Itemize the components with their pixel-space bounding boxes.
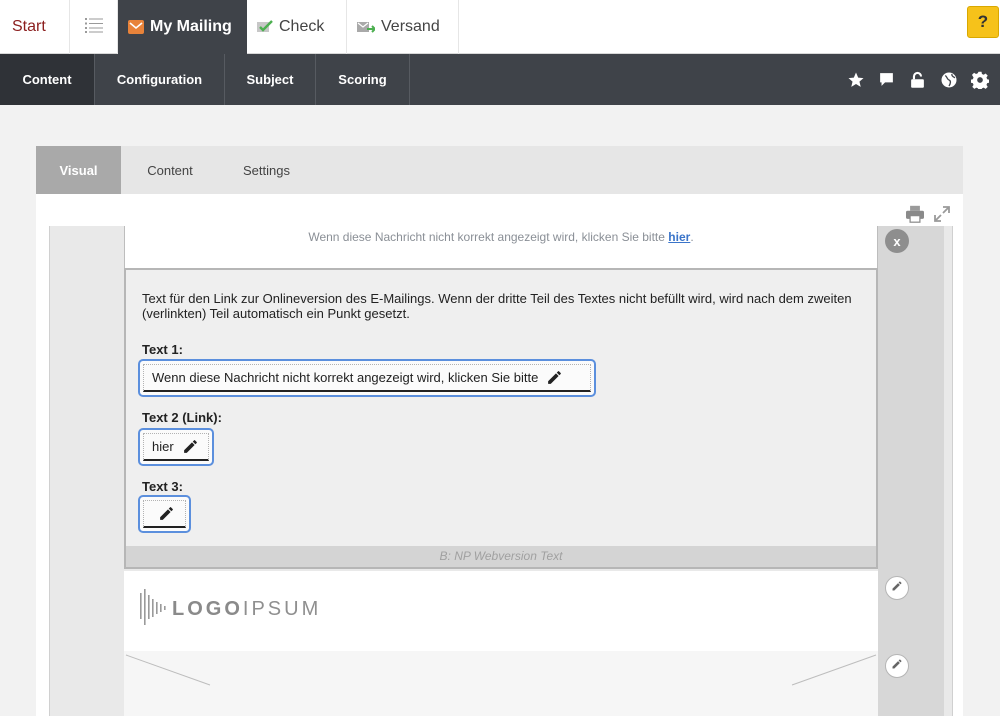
pencil-icon[interactable] [182, 438, 199, 455]
block-name-footer: B: NP Webversion Text [126, 546, 876, 567]
star-icon[interactable] [845, 69, 866, 90]
tab-start-label: Start [12, 18, 46, 35]
subnav-toolbar [845, 54, 990, 105]
tab-start[interactable]: Start [0, 0, 70, 54]
tab-settings[interactable]: Settings [219, 146, 314, 194]
text1-value: Wenn diese Nachricht nicht korrekt angez… [152, 370, 539, 385]
close-icon: x [893, 233, 901, 249]
logo-text-bold: LOGO [172, 598, 243, 620]
edit-block-button[interactable] [885, 654, 909, 678]
logo: LOGOIPSUM [140, 589, 321, 630]
webversion-preview: Wenn diese Nachricht nicht korrekt angez… [124, 226, 878, 269]
logo-text-light: IPSUM [242, 598, 322, 620]
logo-text: LOGOIPSUM [172, 598, 321, 621]
globe-icon[interactable] [938, 69, 959, 90]
decorative-lines [125, 654, 877, 686]
check-icon [257, 20, 273, 34]
comment-icon[interactable] [876, 69, 897, 90]
tab-visual-label: Visual [59, 162, 98, 178]
text1-field[interactable]: Wenn diese Nachricht nicht korrekt angez… [138, 359, 596, 397]
gear-icon[interactable] [969, 69, 990, 90]
text1-inner: Wenn diese Nachricht nicht korrekt angez… [143, 364, 591, 392]
close-editor-button[interactable]: x [885, 229, 909, 253]
tab-check-label: Check [279, 18, 325, 35]
block-editor: Text für den Link zur Onlineversion des … [124, 268, 878, 569]
send-icon [357, 20, 375, 34]
expand-icon[interactable] [934, 206, 950, 227]
text2-value: hier [152, 439, 174, 454]
subtab-scoring-label: Scoring [338, 72, 387, 87]
subtab-content[interactable]: Content [0, 54, 95, 105]
tab-content-label: Content [147, 162, 193, 178]
pencil-icon[interactable] [158, 505, 175, 522]
tab-check[interactable]: Check [247, 0, 347, 54]
tab-settings-label: Settings [243, 162, 290, 178]
subtab-configuration[interactable]: Configuration [95, 54, 225, 105]
unlock-icon[interactable] [907, 69, 928, 90]
tab-versand-label: Versand [381, 18, 440, 35]
content-block-preview [124, 651, 878, 716]
print-icon[interactable] [905, 205, 925, 228]
tab-visual[interactable]: Visual [36, 146, 121, 194]
subtab-subject-label: Subject [246, 72, 294, 87]
tab-versand[interactable]: Versand [347, 0, 459, 54]
edit-block-button[interactable] [885, 576, 909, 600]
text3-field[interactable] [138, 495, 191, 533]
sub-navigation: Content Configuration Subject Scoring [0, 54, 1000, 105]
pencil-icon [891, 579, 903, 597]
tab-list-view[interactable] [70, 0, 118, 54]
list-icon [84, 17, 103, 38]
text2-label: Text 2 (Link): [142, 410, 222, 425]
subtab-content-label: Content [22, 72, 72, 87]
block-controls-gutter [878, 226, 944, 716]
editor-view-tabs: Visual Content Settings [36, 146, 963, 194]
logo-block: LOGOIPSUM [124, 571, 878, 651]
tab-my-mailing[interactable]: My Mailing [118, 0, 247, 54]
top-bar: Start My Mailing Check Versand ? [0, 0, 1000, 54]
help-button[interactable]: ? [967, 6, 999, 38]
editor-description: Text für den Link zur Onlineversion des … [142, 291, 852, 321]
webversion-suffix: . [690, 230, 694, 244]
logo-mark-icon [140, 589, 166, 630]
tab-content[interactable]: Content [121, 146, 219, 194]
mail-icon [128, 19, 144, 35]
text2-inner: hier [143, 433, 209, 461]
tab-my-mailing-label: My Mailing [150, 18, 232, 35]
subtab-subject[interactable]: Subject [225, 54, 316, 105]
pencil-icon [891, 657, 903, 675]
webversion-link[interactable]: hier [668, 230, 690, 244]
subtab-scoring[interactable]: Scoring [316, 54, 410, 105]
text3-inner [143, 500, 186, 528]
text2-field[interactable]: hier [138, 428, 214, 466]
subtab-configuration-label: Configuration [116, 72, 203, 87]
help-label: ? [977, 12, 989, 31]
pencil-icon[interactable] [546, 369, 563, 386]
webversion-text: Wenn diese Nachricht nicht korrekt angez… [308, 230, 665, 244]
text1-label: Text 1: [142, 342, 183, 357]
text3-label: Text 3: [142, 479, 183, 494]
